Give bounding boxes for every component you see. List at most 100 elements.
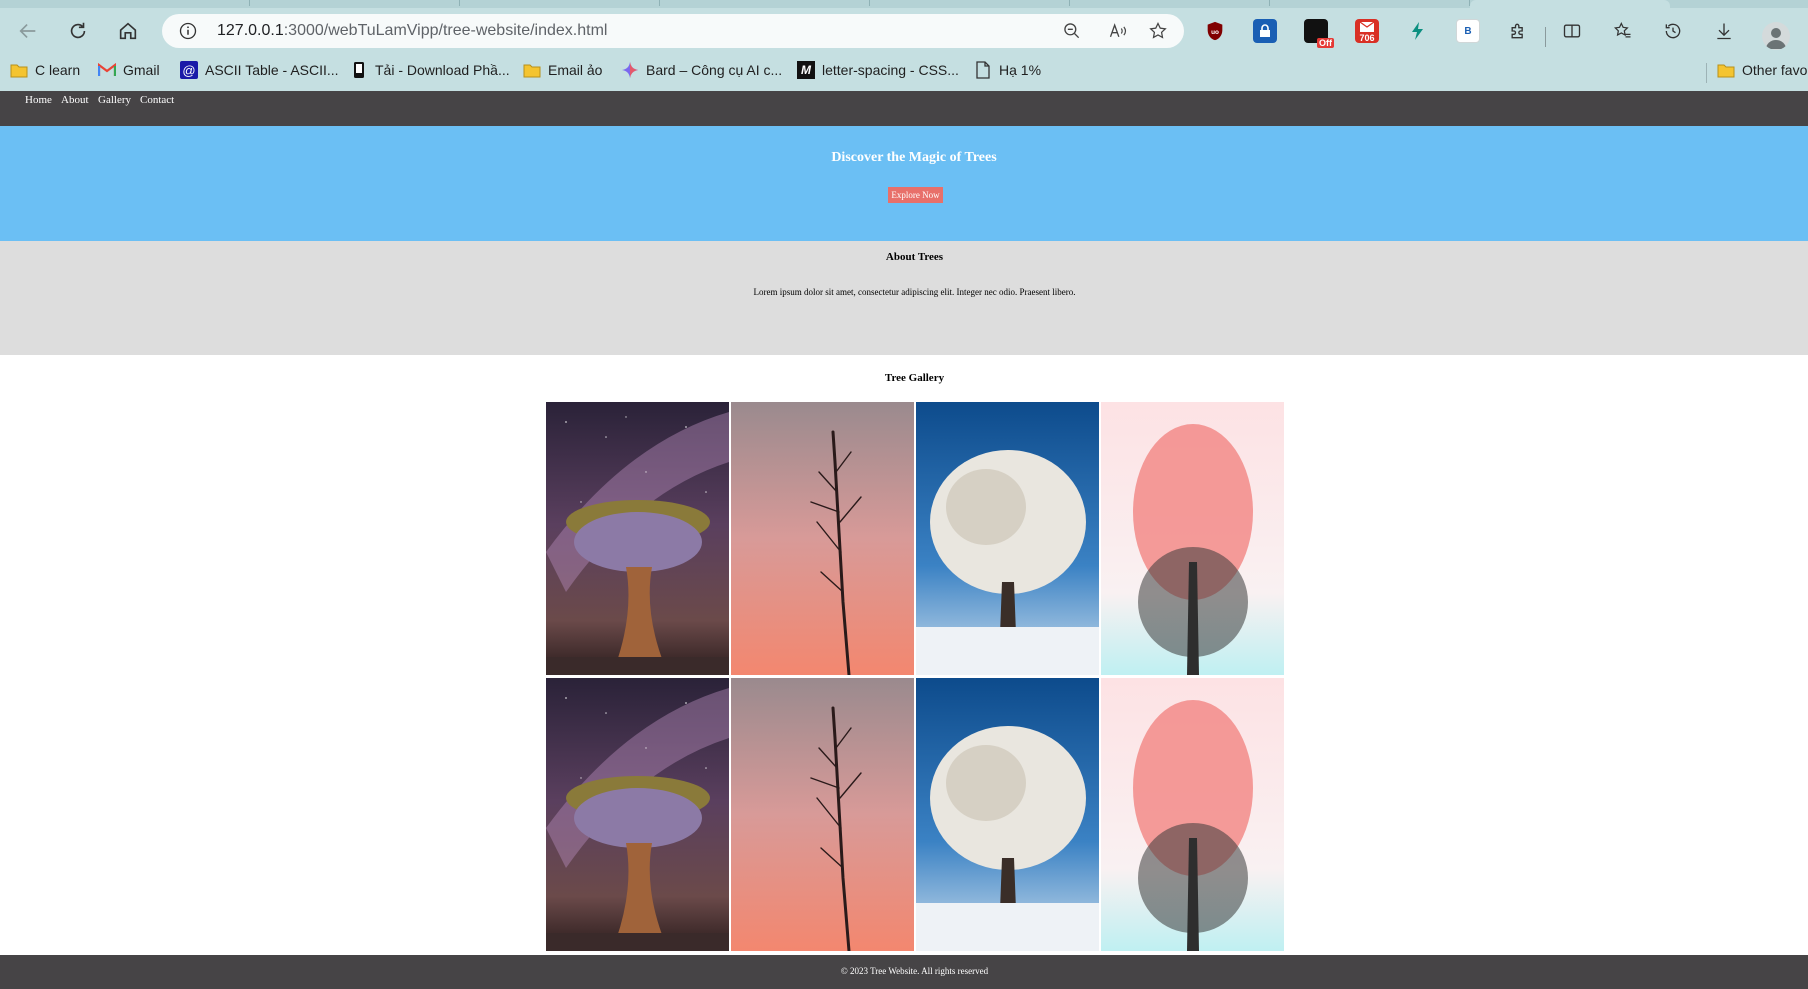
bard-icon (621, 61, 639, 79)
bookmark-label: Bard – Công cụ AI c... (646, 62, 783, 78)
folder-icon (1717, 61, 1735, 79)
home-icon (119, 22, 137, 40)
nav-link-about[interactable]: About (61, 94, 89, 106)
reload-button[interactable] (62, 15, 94, 47)
site-footer: © 2023 Tree Website. All rights reserved (0, 955, 1808, 989)
bookmarks-bar: C learn Gmail @ ASCII Table - ASCII... T… (0, 53, 1808, 85)
page-icon (974, 61, 992, 79)
tab[interactable] (1270, 0, 1470, 6)
tab[interactable] (250, 0, 460, 6)
tab[interactable] (660, 0, 870, 6)
favorites-button[interactable] (1609, 17, 1637, 45)
site-info-icon[interactable] (178, 21, 198, 41)
b-badge: B (1464, 25, 1472, 37)
favorite-star-icon[interactable] (1148, 21, 1168, 41)
dark-mode-extension-icon[interactable]: Off (1304, 19, 1334, 48)
bookmark-label: Email ảo (548, 62, 603, 78)
at-icon: @ (180, 61, 198, 79)
bookmark-bard[interactable]: Bard – Công cụ AI c... (621, 58, 782, 82)
bookmark-download[interactable]: Tải - Download Phầ... (350, 58, 510, 82)
phone-icon (350, 61, 368, 79)
browser-chrome: 127.0.0.1:3000/webTuLamVipp/tree-website… (0, 0, 1808, 91)
nav-link-gallery[interactable]: Gallery (98, 94, 131, 106)
bookmark-letter-spacing[interactable]: M letter-spacing - CSS... (797, 58, 959, 82)
gallery-image-quiver-tree[interactable] (546, 402, 729, 675)
hero-title: Discover the Magic of Trees (831, 150, 997, 165)
home-button[interactable] (112, 15, 144, 47)
lock-icon (1260, 24, 1270, 37)
address-host: 127.0.0.1 (217, 22, 284, 39)
bookmark-label: Gmail (123, 62, 160, 78)
footer-text: © 2023 Tree Website. All rights reserved (840, 966, 989, 976)
other-favorites-label: Other favo (1742, 62, 1808, 78)
gallery-grid (546, 402, 1284, 956)
bookmark-gmail[interactable]: Gmail (98, 58, 160, 82)
bookmarks-separator (1706, 63, 1707, 83)
folder-icon (10, 61, 28, 79)
extensions-button[interactable] (1504, 17, 1532, 45)
gallery-image-pink-tree[interactable] (1101, 402, 1284, 675)
nav-link-home[interactable]: Home (25, 94, 52, 106)
split-screen-button[interactable] (1558, 17, 1586, 45)
gallery-image-bare-tree[interactable] (731, 402, 914, 675)
tab-strip (0, 0, 1808, 8)
about-section: About Trees Lorem ipsum dolor sit amet, … (0, 241, 1808, 355)
reload-icon (70, 22, 86, 39)
back-arrow-icon (19, 23, 36, 39)
address-bar[interactable]: 127.0.0.1:3000/webTuLamVipp/tree-website… (162, 14, 1184, 48)
translate-extension-icon[interactable] (1406, 19, 1430, 43)
profile-avatar[interactable] (1762, 22, 1790, 50)
explore-now-button[interactable]: Explore Now (888, 187, 943, 203)
folder-icon (523, 61, 541, 79)
tab[interactable] (0, 0, 250, 6)
read-aloud-icon[interactable] (1108, 21, 1128, 41)
back-button[interactable] (12, 15, 44, 47)
svg-text:uo: uo (1211, 29, 1219, 36)
web-page: Home About Gallery Contact Discover the … (0, 91, 1808, 989)
bookmark-label: ASCII Table - ASCII... (205, 62, 339, 78)
mdn-icon: M (797, 61, 815, 79)
mail-extension-icon[interactable]: 706 (1355, 19, 1379, 43)
bookmark-label: Hạ 1% (999, 62, 1042, 78)
bookmark-label: letter-spacing - CSS... (822, 62, 959, 78)
off-badge: Off (1317, 38, 1334, 48)
b-extension-icon[interactable]: B (1456, 19, 1480, 43)
gallery-image-frosted-tree[interactable] (916, 678, 1099, 951)
bookmark-label: C learn (35, 62, 81, 78)
gallery-image-frosted-tree[interactable] (916, 402, 1099, 675)
bitwarden-extension-icon[interactable] (1253, 19, 1277, 43)
zoom-out-icon[interactable] (1062, 21, 1082, 41)
nav-link-contact[interactable]: Contact (140, 94, 174, 106)
gallery-image-quiver-tree[interactable] (546, 678, 729, 951)
bookmark-c-learn[interactable]: C learn (10, 58, 80, 82)
other-favorites[interactable]: Other favo (1717, 58, 1807, 82)
tab[interactable] (1070, 0, 1270, 6)
bookmark-ha-1[interactable]: Hạ 1% (974, 58, 1041, 82)
address-path: :3000/webTuLamVipp/tree-website/index.ht… (283, 22, 608, 39)
envelope-icon (1360, 22, 1374, 32)
split-screen-icon (1563, 24, 1581, 38)
toolbar-separator (1545, 27, 1546, 47)
about-text: Lorem ipsum dolor sit amet, consectetur … (753, 287, 1076, 297)
tab[interactable] (460, 0, 660, 6)
gmail-icon (98, 61, 116, 79)
tab[interactable] (870, 0, 1070, 6)
bookmark-label: Tải - Download Phầ... (375, 62, 510, 78)
count-badge: 706 (1359, 33, 1375, 43)
history-button[interactable] (1659, 17, 1687, 45)
hero-section: Discover the Magic of Trees Explore Now (0, 126, 1808, 241)
site-nav: Home About Gallery Contact (0, 91, 1808, 126)
browser-toolbar: 127.0.0.1:3000/webTuLamVipp/tree-website… (0, 9, 1808, 53)
address-url[interactable]: 127.0.0.1:3000/webTuLamVipp/tree-website… (217, 22, 607, 40)
bookmark-ascii-table[interactable]: @ ASCII Table - ASCII... (180, 58, 339, 82)
bookmark-email-ao[interactable]: Email ảo (523, 58, 602, 82)
gallery-image-pink-tree[interactable] (1101, 678, 1284, 951)
history-icon (1665, 23, 1681, 39)
download-icon (1717, 23, 1731, 40)
tab-active[interactable] (1470, 0, 1670, 8)
favorites-list-icon (1613, 22, 1631, 38)
ublock-extension-icon[interactable]: uo (1203, 19, 1227, 43)
bolt-icon (1412, 22, 1423, 40)
gallery-image-bare-tree[interactable] (731, 678, 914, 951)
downloads-button[interactable] (1710, 17, 1738, 45)
